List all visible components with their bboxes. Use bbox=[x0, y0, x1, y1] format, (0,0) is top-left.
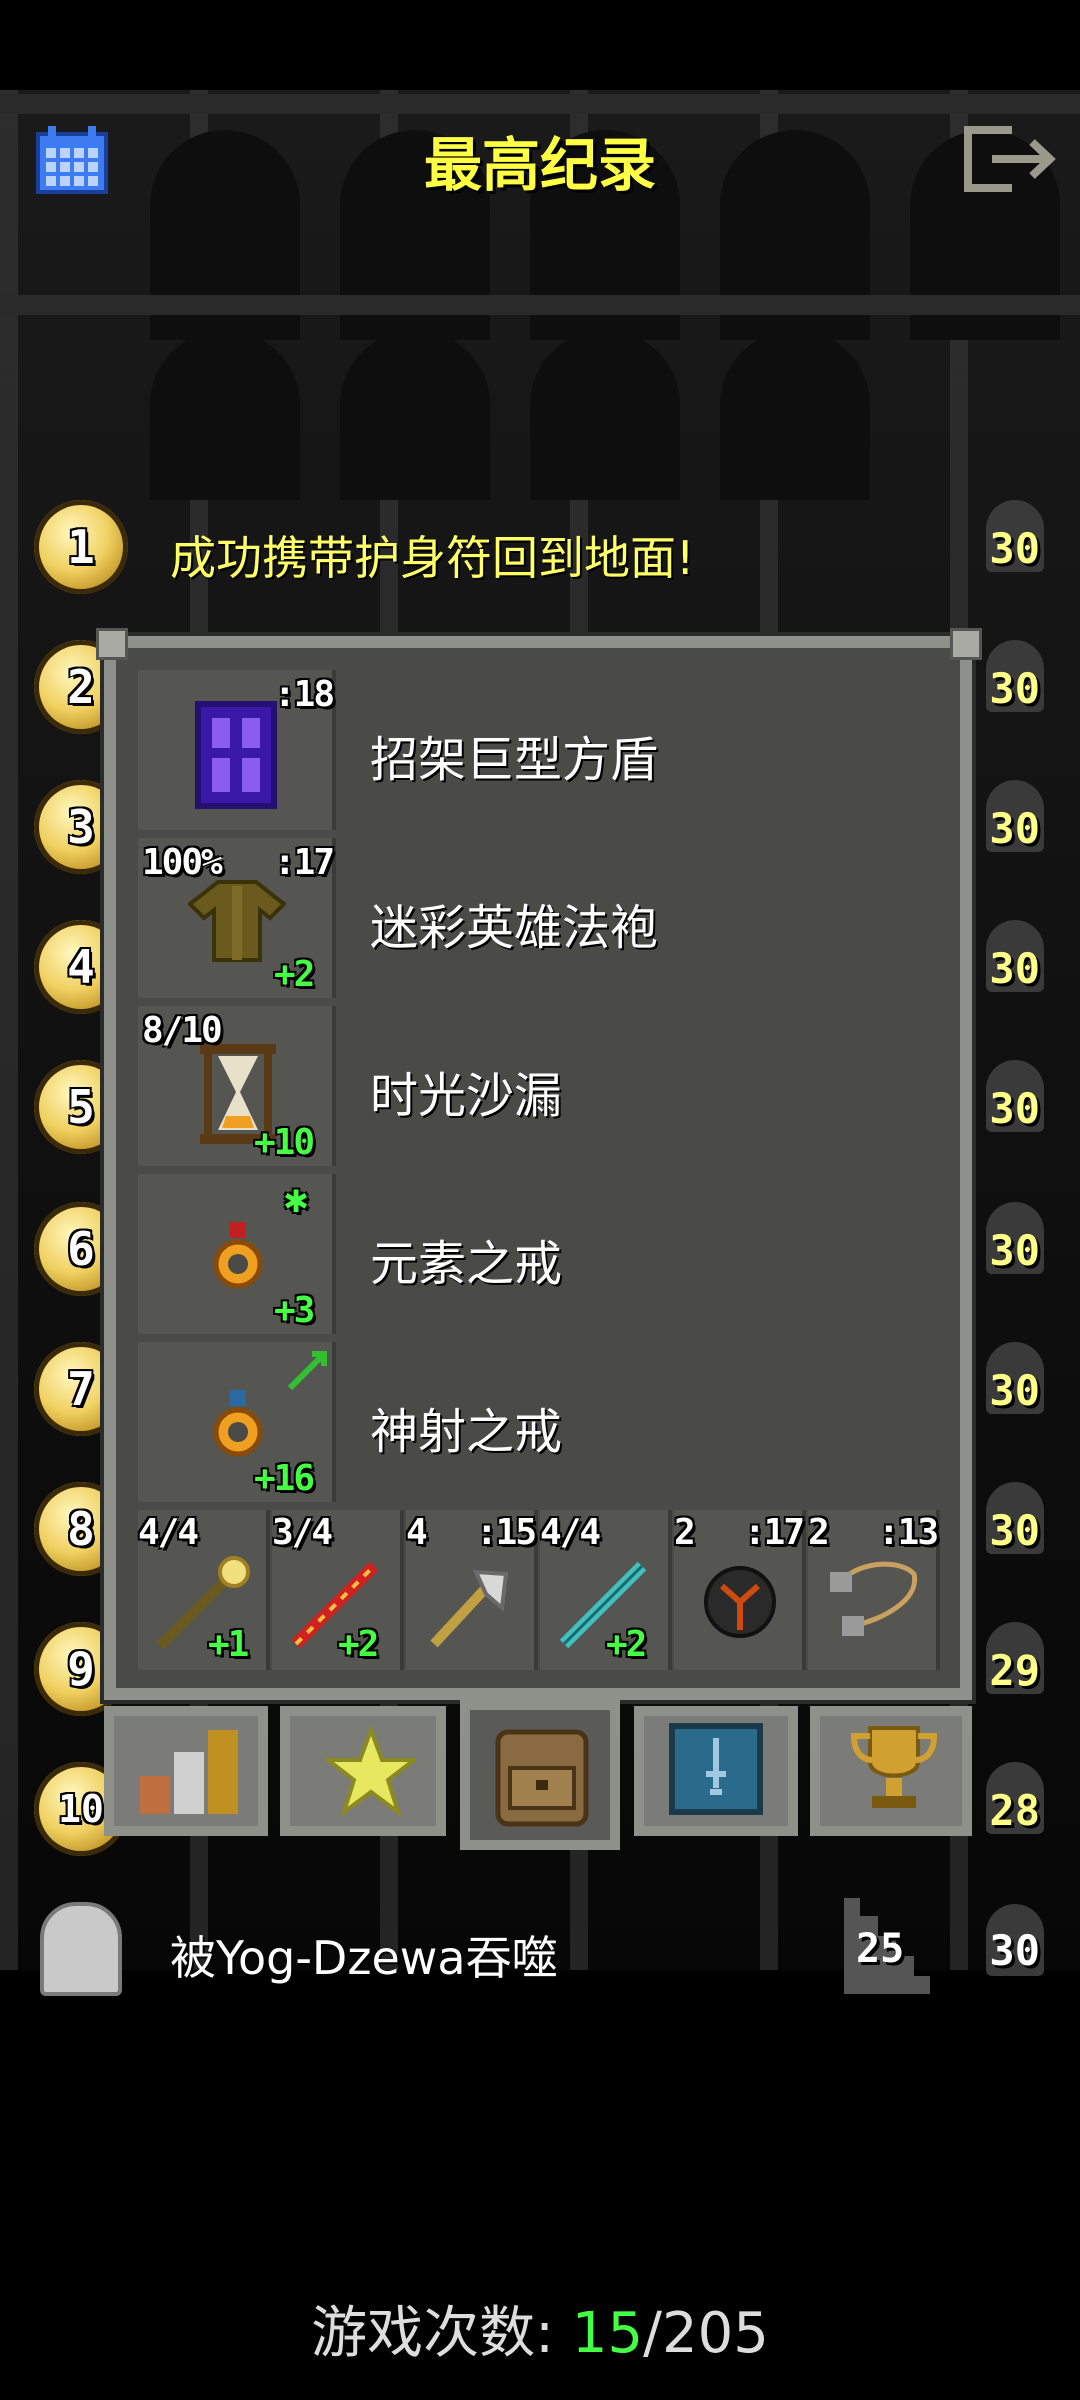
tab-journal[interactable] bbox=[634, 1706, 798, 1836]
record-level: 30 bbox=[989, 1506, 1040, 1555]
equipment-slot[interactable]: :18 招架巨型方盾 bbox=[138, 670, 938, 834]
stats-tab-icon bbox=[140, 1730, 238, 1814]
latest-record-description: 被Yog-Dzewa吞噬 bbox=[170, 1931, 558, 1985]
bomb-icon bbox=[704, 1566, 776, 1638]
ring-icon bbox=[213, 1390, 263, 1457]
equipment-slot[interactable]: 8/10 +10 时光沙漏 bbox=[138, 1006, 938, 1170]
record-level: 30 bbox=[989, 664, 1040, 713]
item-level-tag: :17 bbox=[274, 842, 335, 883]
quickslot[interactable]: 4/4 +1 bbox=[138, 1510, 270, 1670]
quickslot[interactable]: 2 :17 bbox=[674, 1510, 806, 1670]
item-level-tag: :18 bbox=[274, 674, 335, 715]
panel-corner bbox=[96, 628, 128, 660]
games-won-count: 15 bbox=[571, 2301, 644, 2366]
latest-depth: 25 bbox=[856, 1926, 905, 1972]
item-bonus-tag: +16 bbox=[254, 1458, 315, 1499]
sparkle-icon: ✱ bbox=[284, 1176, 308, 1222]
record-level: 30 bbox=[989, 1366, 1040, 1415]
journal-icon bbox=[669, 1723, 763, 1815]
page-title: 最高纪录 bbox=[423, 131, 656, 199]
record-level: 30 bbox=[989, 1084, 1040, 1133]
bolas-icon bbox=[830, 1561, 918, 1636]
games-total-count: /205 bbox=[643, 2301, 769, 2366]
tab-badges[interactable] bbox=[810, 1706, 972, 1836]
tab-stats[interactable] bbox=[104, 1706, 268, 1836]
equipment-slot[interactable]: +16 神射之戒 bbox=[138, 1342, 938, 1506]
record-level: 30 bbox=[989, 944, 1040, 993]
item-name: 迷彩英雄法袍 bbox=[370, 900, 659, 956]
record-level: 30 bbox=[989, 1226, 1040, 1275]
item-name: 时光沙漏 bbox=[370, 1068, 563, 1124]
record-details-panel: :18 招架巨型方盾 100% :17 +2 迷彩英雄法袍 8/10 +10 时… bbox=[104, 636, 972, 1700]
record-row-top[interactable]: 1 成功携带护身符回到地面! 30 bbox=[0, 478, 1080, 618]
equipment-slot[interactable]: 100% :17 +2 迷彩英雄法袍 bbox=[138, 838, 938, 1002]
quickslot[interactable]: 2 :13 bbox=[808, 1510, 940, 1670]
quickslot-bar: 4/4 +1 3/4 +2 4 :15 4/4 +2 2:17 2:13 bbox=[138, 1510, 940, 1674]
record-description: 成功携带护身符回到地面! bbox=[170, 531, 695, 585]
quickslot[interactable]: 4 :15 bbox=[406, 1510, 538, 1670]
arrow-icon bbox=[287, 1351, 327, 1391]
exit-icon[interactable] bbox=[962, 124, 1060, 194]
record-level: 28 bbox=[989, 1786, 1040, 1835]
record-level: 30 bbox=[989, 524, 1040, 573]
record-level: 29 bbox=[989, 1646, 1040, 1695]
panel-corner bbox=[950, 628, 982, 660]
gravestone-icon bbox=[40, 1902, 122, 1996]
trophy-icon bbox=[850, 1726, 938, 1808]
item-bonus-tag: +2 bbox=[274, 954, 315, 995]
item-bonus-tag: +3 bbox=[274, 1290, 315, 1331]
item-durability-tag: 100% bbox=[142, 842, 223, 883]
robe-icon bbox=[188, 880, 286, 962]
item-bonus-tag: +10 bbox=[254, 1122, 315, 1163]
shield-icon bbox=[195, 701, 277, 809]
games-played: 游戏次数: 15/205 bbox=[0, 2288, 1080, 2369]
star-icon bbox=[326, 1726, 416, 1816]
throwing-axe-icon bbox=[430, 1569, 509, 1648]
latest-level: 30 bbox=[989, 1926, 1040, 1975]
item-charge-tag: 8/10 bbox=[142, 1010, 223, 1051]
equipment-slot[interactable]: ✱ +3 元素之戒 bbox=[138, 1174, 938, 1338]
tab-inventory[interactable] bbox=[460, 1700, 620, 1850]
rank-medal: 1 bbox=[34, 500, 128, 594]
quickslot[interactable]: 3/4 +2 bbox=[272, 1510, 404, 1670]
record-level: 30 bbox=[989, 804, 1040, 853]
backpack-icon bbox=[495, 1729, 589, 1827]
tab-talents[interactable] bbox=[280, 1706, 446, 1836]
ring-icon bbox=[213, 1222, 263, 1289]
status-bar bbox=[0, 0, 1080, 90]
quickslot[interactable]: 4/4 +2 bbox=[540, 1510, 672, 1670]
item-name: 元素之戒 bbox=[370, 1236, 563, 1292]
item-name: 神射之戒 bbox=[370, 1404, 563, 1460]
item-name: 招架巨型方盾 bbox=[370, 732, 659, 788]
games-played-label: 游戏次数: bbox=[311, 2301, 555, 2366]
